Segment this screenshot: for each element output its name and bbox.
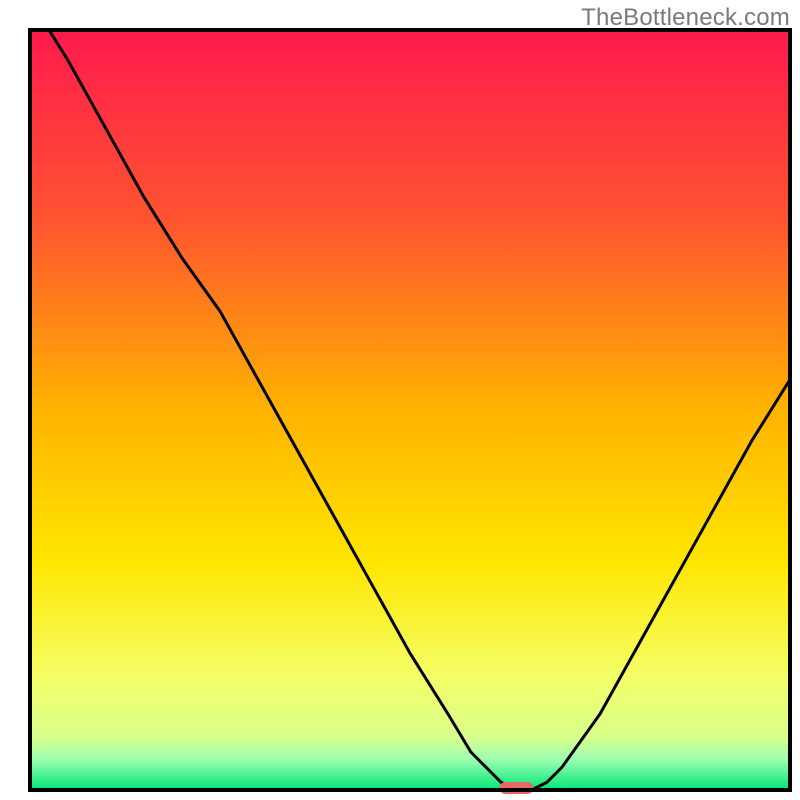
plot-area [30,30,790,794]
chart-container: TheBottleneck.com [0,0,800,800]
gradient-background [30,30,790,790]
watermark-text: TheBottleneck.com [581,4,790,32]
bottleneck-chart [0,0,800,800]
